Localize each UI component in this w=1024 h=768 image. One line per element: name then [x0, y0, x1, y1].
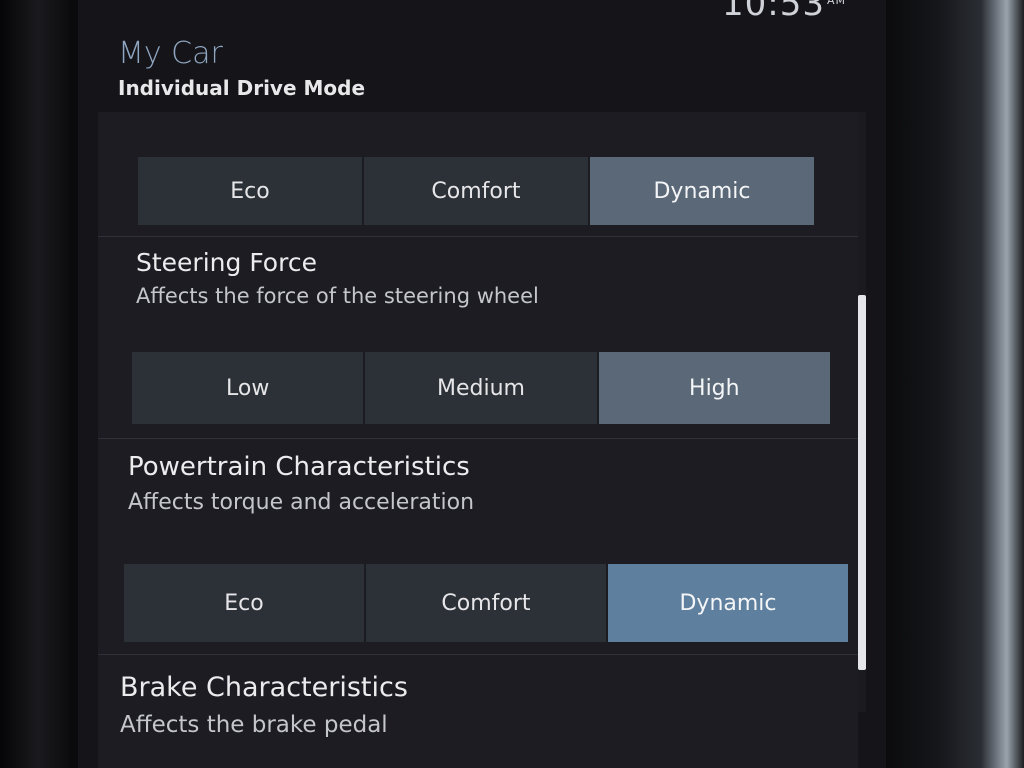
- powertrain-dynamic-button[interactable]: Dynamic: [608, 564, 848, 642]
- bezel-left: [0, 0, 70, 768]
- status-clock: 10:53 AM: [722, 0, 846, 24]
- settings-list[interactable]: Eco Comfort Dynamic Steering Force Affec…: [98, 112, 858, 768]
- steering-medium-button[interactable]: Medium: [365, 352, 599, 424]
- page-title: Individual Drive Mode: [118, 76, 366, 100]
- bezel-right: [880, 0, 1024, 768]
- drive-mode-comfort-button[interactable]: Comfort: [364, 157, 590, 225]
- scrollbar-thumb[interactable]: [858, 295, 866, 670]
- steering-force-title: Steering Force: [136, 248, 317, 277]
- brake-description: Affects the brake pedal: [120, 712, 388, 738]
- powertrain-comfort-button[interactable]: Comfort: [366, 564, 608, 642]
- powertrain-eco-button[interactable]: Eco: [124, 564, 366, 642]
- divider: [98, 438, 858, 439]
- steering-high-button[interactable]: High: [598, 352, 830, 424]
- powertrain-title: Powertrain Characteristics: [128, 452, 470, 482]
- clock-ampm: AM: [826, 0, 846, 7]
- steering-low-button[interactable]: Low: [132, 352, 366, 424]
- drive-mode-selector: Eco Comfort Dynamic: [138, 157, 814, 225]
- drive-mode-eco-button[interactable]: Eco: [138, 157, 364, 225]
- infotainment-screen: 10:53 AM My Car Individual Drive Mode Eco…: [78, 0, 886, 768]
- powertrain-description: Affects torque and acceleration: [128, 490, 475, 515]
- brake-title: Brake Characteristics: [120, 672, 408, 703]
- powertrain-selector: Eco Comfort Dynamic: [124, 564, 848, 642]
- divider: [98, 654, 858, 655]
- divider: [98, 236, 858, 237]
- app-title[interactable]: My Car: [118, 36, 223, 71]
- steering-force-description: Affects the force of the steering wheel: [136, 284, 539, 308]
- clock-time: 10:53: [722, 0, 825, 24]
- drive-mode-dynamic-button[interactable]: Dynamic: [590, 157, 814, 225]
- steering-force-selector: Low Medium High: [132, 352, 830, 424]
